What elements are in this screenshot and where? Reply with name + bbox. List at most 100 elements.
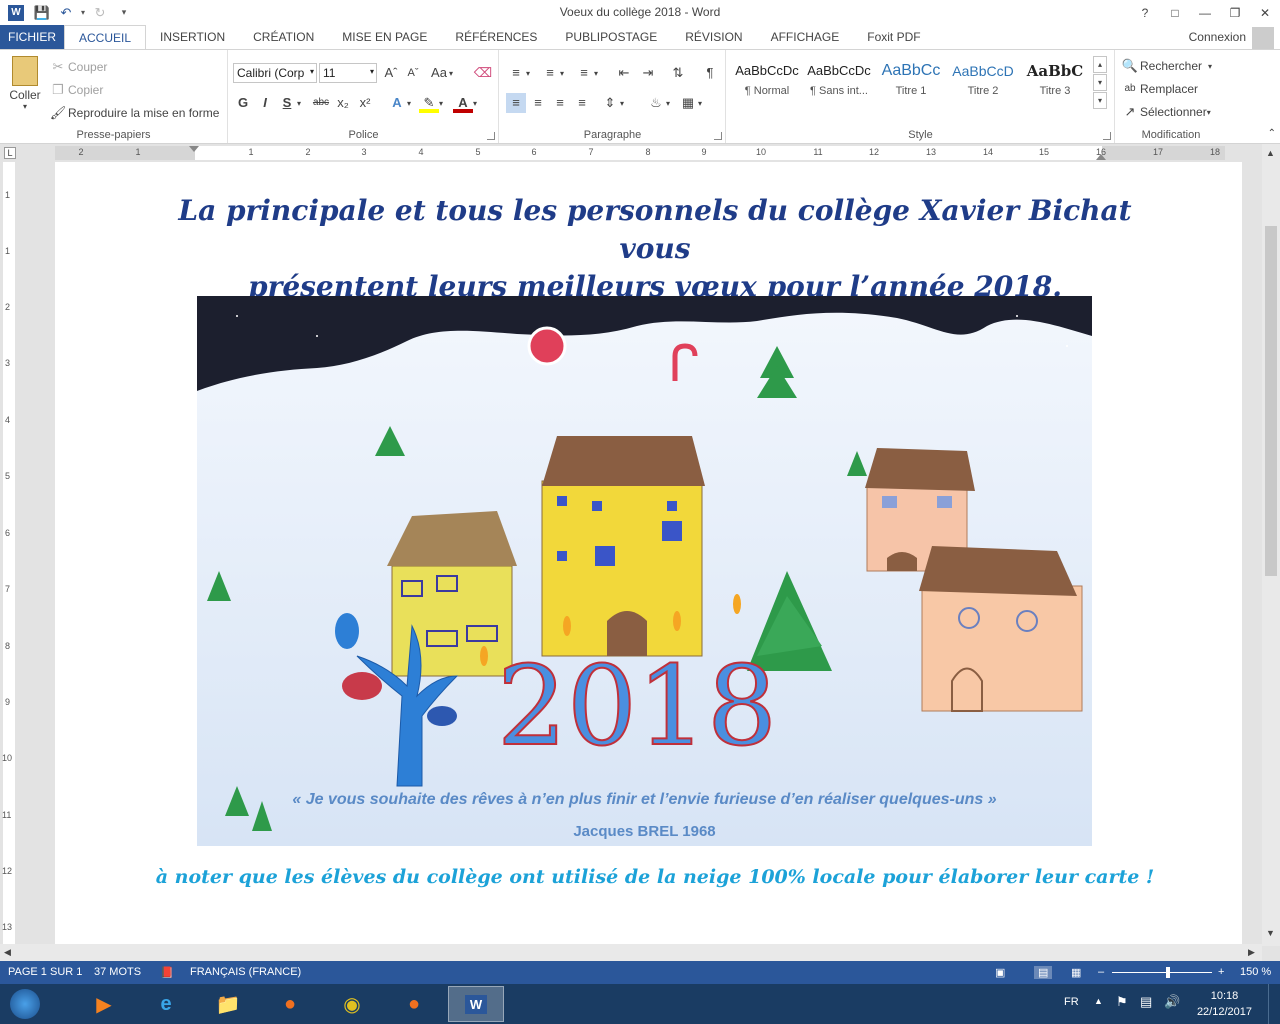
superscript-button[interactable]: x² <box>355 93 375 113</box>
shrink-font-button[interactable]: Aˇ <box>403 63 423 83</box>
tab-design[interactable]: CRÉATION <box>239 25 328 49</box>
subscript-button[interactable]: x₂ <box>333 93 353 113</box>
word-count[interactable]: 37 MOTS <box>94 966 141 978</box>
scroll-thumb[interactable] <box>1265 226 1277 576</box>
tab-view[interactable]: AFFICHAGE <box>757 25 854 49</box>
redo-icon[interactable]: ↻ <box>88 2 112 24</box>
shading-button[interactable]: ♨ ▾ <box>646 93 670 113</box>
copy-button[interactable]: ❐ Copier <box>48 80 103 100</box>
restore-icon[interactable]: ❐ <box>1220 0 1250 25</box>
borders-button[interactable]: ▦ ▾ <box>678 93 702 113</box>
indent-marker-right[interactable] <box>1096 154 1106 160</box>
ribbon-display-icon[interactable]: □ <box>1160 0 1190 25</box>
styles-more-icon[interactable]: ▾ <box>1093 92 1107 109</box>
page-count[interactable]: PAGE 1 SUR 1 <box>8 966 82 978</box>
zoom-slider[interactable] <box>1112 972 1212 973</box>
text-effects-button[interactable]: A ▾ <box>387 93 411 113</box>
taskbar-word[interactable]: W <box>448 986 504 1022</box>
cut-button[interactable]: ✂ Couper <box>48 57 108 77</box>
zoom-slider-thumb[interactable] <box>1166 967 1170 978</box>
style-heading-3[interactable]: AaBbC Titre 3 <box>1019 57 1091 107</box>
show-desktop-button[interactable] <box>1268 984 1280 1024</box>
justify-button[interactable]: ≡ <box>572 93 592 113</box>
sort-button[interactable]: ⇅ <box>668 63 688 83</box>
font-color-button[interactable]: A ▾ <box>453 93 477 113</box>
change-case-button[interactable]: Aa ▾ <box>429 63 453 83</box>
tab-home[interactable]: ACCUEIL <box>64 25 147 49</box>
taskbar-internet-explorer[interactable]: e <box>138 986 194 1022</box>
styles-scroll-up-icon[interactable]: ▴ <box>1093 56 1107 73</box>
style-normal[interactable]: AaBbCcDc ¶ Normal <box>731 57 803 107</box>
tab-selector[interactable]: L <box>4 147 16 159</box>
customize-qat-icon[interactable]: ▾ <box>112 2 136 24</box>
read-mode-icon[interactable]: ▣ <box>995 966 1005 979</box>
taskbar-file-explorer[interactable]: 📁 <box>200 986 256 1022</box>
tab-file[interactable]: FICHIER <box>0 25 64 49</box>
show-hidden-icons-icon[interactable]: ▲ <box>1094 996 1103 1006</box>
tab-review[interactable]: RÉVISION <box>671 25 756 49</box>
find-button[interactable]: 🔍 Rechercher ▾ <box>1120 56 1212 76</box>
web-layout-icon[interactable]: ▦ <box>1071 966 1081 979</box>
increase-indent-button[interactable]: ⇥ <box>638 63 658 83</box>
language-indicator[interactable]: FRANÇAIS (FRANCE) <box>190 966 301 978</box>
scroll-up-icon[interactable]: ▲ <box>1266 148 1275 158</box>
vertical-scrollbar[interactable]: ▲ ▼ <box>1262 144 1280 946</box>
font-size-box[interactable]: 11 ▾ <box>319 63 377 83</box>
taskbar-firefox-2[interactable]: ● <box>386 986 442 1022</box>
font-name-box[interactable]: Calibri (Corp ▾ <box>233 63 317 83</box>
user-avatar[interactable] <box>1252 27 1274 49</box>
style-no-spacing[interactable]: AaBbCcDc ¶ Sans int... <box>803 57 875 107</box>
bullets-button[interactable]: ≡ ▾ <box>506 63 530 83</box>
proofing-icon[interactable]: 📕 <box>160 966 174 979</box>
help-icon[interactable]: ? <box>1130 0 1160 25</box>
tab-insert[interactable]: INSERTION <box>146 25 239 49</box>
zoom-in-icon[interactable]: + <box>1218 966 1224 978</box>
input-language[interactable]: FR <box>1064 996 1079 1008</box>
bold-button[interactable]: G <box>233 93 253 113</box>
start-button[interactable] <box>2 986 48 1022</box>
minimize-icon[interactable]: — <box>1190 0 1220 25</box>
align-center-button[interactable]: ≡ <box>528 93 548 113</box>
multilevel-list-button[interactable]: ≡ ▾ <box>574 63 598 83</box>
font-dialog-launcher-icon[interactable] <box>487 132 495 140</box>
scroll-down-icon[interactable]: ▼ <box>1266 928 1275 938</box>
clear-formatting-button[interactable]: ⌫ <box>473 63 493 83</box>
tab-layout[interactable]: MISE EN PAGE <box>328 25 441 49</box>
styles-dialog-launcher-icon[interactable] <box>1103 132 1111 140</box>
zoom-out-icon[interactable]: – <box>1098 966 1104 978</box>
underline-button[interactable]: S ▾ <box>277 93 301 113</box>
tab-mailings[interactable]: PUBLIPOSTAGE <box>551 25 671 49</box>
align-left-button[interactable]: ≡ <box>506 93 526 113</box>
styles-scroll-down-icon[interactable]: ▾ <box>1093 74 1107 91</box>
taskbar-firefox[interactable]: ● <box>262 986 318 1022</box>
save-icon[interactable]: 💾 <box>30 2 54 24</box>
taskbar-media-player[interactable]: ▶ <box>76 986 132 1022</box>
zoom-level[interactable]: 150 % <box>1240 966 1271 978</box>
undo-icon[interactable]: ↶ <box>54 2 78 24</box>
style-heading-2[interactable]: AaBbCcD Titre 2 <box>947 57 1019 107</box>
paragraph-dialog-launcher-icon[interactable] <box>714 132 722 140</box>
scroll-left-icon[interactable]: ◀ <box>4 947 11 958</box>
action-center-icon[interactable]: ⚑ <box>1116 994 1128 1010</box>
grow-font-button[interactable]: Aˆ <box>381 63 401 83</box>
select-button[interactable]: ↗ Sélectionner ▾ <box>1120 102 1211 122</box>
decrease-indent-button[interactable]: ⇤ <box>614 63 634 83</box>
numbering-button[interactable]: ≡ ▾ <box>540 63 564 83</box>
tab-foxit-pdf[interactable]: Foxit PDF <box>853 25 934 49</box>
word-logo-icon[interactable]: W <box>8 4 24 21</box>
print-layout-icon[interactable]: ▤ <box>1034 966 1053 979</box>
line-spacing-button[interactable]: ⇕ ▾ <box>600 93 624 113</box>
document-page[interactable]: La principale et tous les personnels du … <box>55 162 1242 944</box>
network-icon[interactable]: ▤ <box>1140 994 1152 1010</box>
taskbar-chrome[interactable]: ◉ <box>324 986 380 1022</box>
scroll-right-icon[interactable]: ▶ <box>1248 947 1255 958</box>
paste-button[interactable]: Coller ▾ <box>8 56 42 111</box>
signin-link[interactable]: Connexion <box>1189 30 1246 44</box>
volume-icon[interactable]: 🔊 <box>1164 994 1180 1010</box>
collapse-ribbon-icon[interactable]: ⌃ <box>1268 128 1276 139</box>
strikethrough-button[interactable]: abc <box>309 93 333 113</box>
style-heading-1[interactable]: AaBbCc Titre 1 <box>875 57 947 107</box>
undo-dropdown-icon[interactable]: ▾ <box>78 2 88 24</box>
tab-references[interactable]: RÉFÉRENCES <box>441 25 551 49</box>
indent-marker-left[interactable] <box>189 146 199 152</box>
